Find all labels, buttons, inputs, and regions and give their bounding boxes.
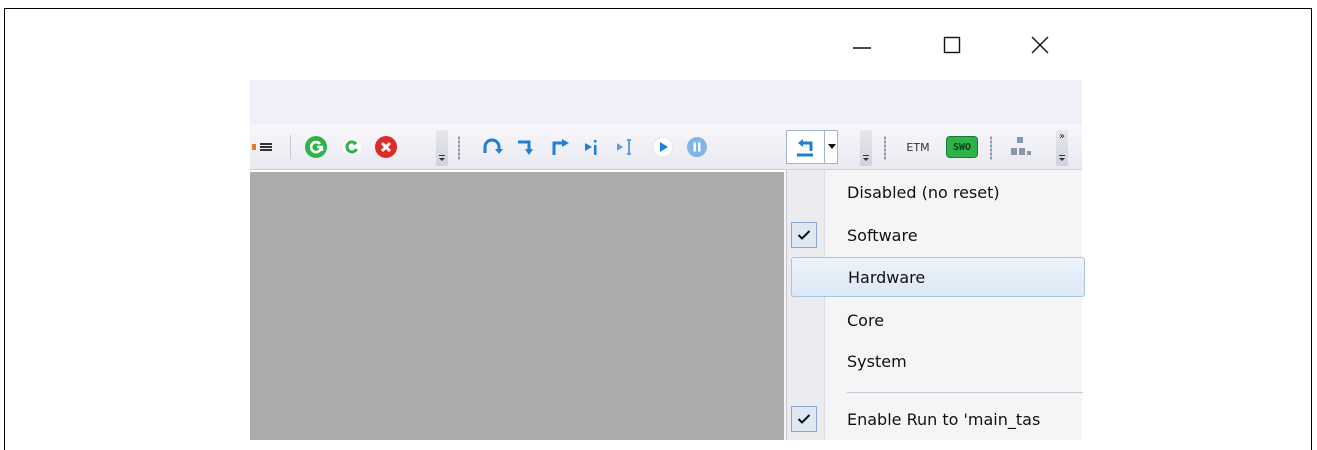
- etm-label: ETM: [906, 140, 930, 154]
- menu-item-software[interactable]: Software: [787, 215, 1083, 255]
- menu-item-core[interactable]: Core: [787, 300, 1083, 340]
- run-icon: [652, 136, 674, 158]
- show-next-statement-button[interactable]: [612, 134, 640, 160]
- toolbar-overflow-button[interactable]: [860, 130, 872, 166]
- swo-button[interactable]: SWO: [946, 136, 978, 158]
- layout-icon: [1011, 137, 1031, 155]
- step-out-button[interactable]: [546, 134, 574, 160]
- stop-icon: [687, 137, 707, 157]
- build-icon: [343, 138, 361, 156]
- menu-item-label: Disabled (no reset): [847, 182, 1000, 202]
- stop-build-icon: [375, 136, 397, 158]
- reset-button[interactable]: [787, 131, 823, 163]
- rebuild-icon: [305, 136, 327, 158]
- toolbar-grip[interactable]: [990, 136, 992, 160]
- reset-dropdown-button[interactable]: [824, 131, 838, 163]
- menu-bar-area: [250, 80, 1082, 124]
- toolbar-overflow-button[interactable]: »: [1056, 130, 1068, 166]
- menu-item-system[interactable]: System: [787, 341, 1083, 381]
- toolbar-grip[interactable]: [884, 136, 886, 160]
- menu-item-enable-run-to-main[interactable]: Enable Run to 'main_tas: [787, 399, 1083, 439]
- toolbar-separator: [290, 135, 291, 159]
- run-to-cursor-button[interactable]: [580, 134, 608, 160]
- menu-item-label: Software: [847, 225, 918, 245]
- minimize-icon: [853, 47, 871, 49]
- step-out-icon: [552, 139, 569, 155]
- maximize-icon: [943, 36, 961, 54]
- chevron-down-icon: [827, 144, 836, 149]
- menu-item-label: Core: [847, 310, 885, 330]
- run-to-cursor-icon: [585, 140, 597, 155]
- close-button[interactable]: [1020, 30, 1060, 60]
- build-button[interactable]: [338, 134, 366, 160]
- reset-split-button: [786, 130, 838, 164]
- menu-item-hardware[interactable]: Hardware: [791, 257, 1085, 297]
- chevron-down-icon: [1059, 155, 1065, 161]
- stop-build-button[interactable]: [372, 134, 400, 160]
- step-into-button[interactable]: [512, 134, 540, 160]
- menu-item-label: Enable Run to 'main_tas: [847, 409, 1041, 429]
- step-over-icon: [483, 138, 503, 154]
- step-into-icon: [518, 140, 533, 155]
- checkmark-icon: [791, 222, 817, 248]
- menu-item-label: Hardware: [848, 267, 926, 287]
- reset-type-menu: Disabled (no reset) Software Hardware Co…: [786, 170, 1085, 440]
- debug-toolbar: ETM SWO »: [250, 124, 1082, 170]
- overflow-chevron-icon: »: [1058, 131, 1066, 142]
- workspace-area: [250, 172, 784, 440]
- reset-icon: [797, 139, 813, 157]
- maximize-button[interactable]: [932, 30, 972, 60]
- rebuild-button[interactable]: [302, 134, 330, 160]
- layout-button[interactable]: [1006, 134, 1036, 160]
- step-over-button[interactable]: [478, 134, 506, 160]
- windows-button[interactable]: [250, 134, 276, 160]
- minimize-button[interactable]: [842, 30, 882, 60]
- chevron-down-icon: [863, 155, 869, 161]
- trace-button[interactable]: ETM: [900, 134, 936, 160]
- close-icon: [1031, 36, 1049, 54]
- menu-item-label: System: [847, 351, 907, 371]
- chevron-down-icon: [439, 155, 445, 161]
- menu-separator: [847, 392, 1083, 393]
- checkmark-icon: [791, 406, 817, 432]
- windows-icon: [252, 143, 272, 151]
- menu-item-disabled-no-reset[interactable]: Disabled (no reset): [787, 172, 1083, 212]
- show-next-statement-icon: [617, 139, 631, 155]
- swo-label: SWO: [952, 141, 972, 153]
- toolbar-grip[interactable]: [458, 136, 460, 160]
- stop-button[interactable]: [682, 134, 712, 160]
- run-button[interactable]: [648, 134, 678, 160]
- toolbar-overflow-button[interactable]: [436, 130, 448, 166]
